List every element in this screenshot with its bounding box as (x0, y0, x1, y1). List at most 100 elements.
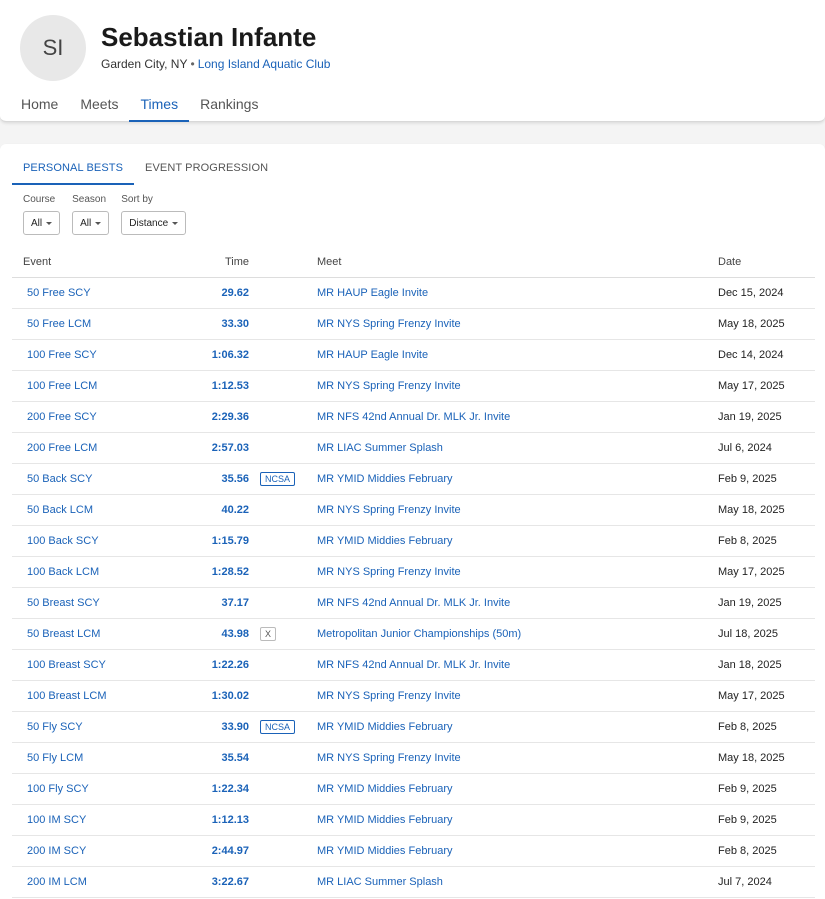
meet-link[interactable]: MR NYS Spring Frenzy Invite (317, 690, 461, 702)
time-link[interactable]: 33.90 (221, 721, 249, 733)
course-select[interactable]: All (23, 211, 61, 235)
meet-link[interactable]: MR NFS 42nd Annual Dr. MLK Jr. Invite (317, 597, 510, 609)
avatar-initials: SI (42, 35, 64, 60)
header-date[interactable]: Date (718, 256, 741, 268)
date-cell: May 18, 2025 (718, 504, 785, 516)
subtab-personal-bests[interactable]: PERSONAL BESTS (12, 154, 135, 185)
table-row: 100 Back LCM 1:28.52 MR NYS Spring Frenzy … (12, 557, 815, 588)
event-link[interactable]: 50 Fly LCM (27, 752, 83, 764)
meet-link[interactable]: MR YMID Middies February (317, 814, 453, 826)
table-row: 50 Free LCM 33.30 MR NYS Spring Frenzy Inv… (12, 309, 815, 340)
event-link[interactable]: 50 Fly SCY (27, 721, 83, 733)
meet-link[interactable]: MR LIAC Summer Splash (317, 442, 443, 454)
date-cell: May 17, 2025 (718, 380, 785, 392)
time-link[interactable]: 1:12.53 (212, 380, 249, 392)
table-row: 200 Free LCM 2:57.03 MR LIAC Summer Splash… (12, 433, 815, 464)
date-cell: Jul 6, 2024 (718, 442, 772, 454)
event-link[interactable]: 200 IM SCY (27, 845, 86, 857)
meet-link[interactable]: MR YMID Middies February (317, 783, 453, 795)
location: Garden City, NY (101, 57, 188, 71)
event-link[interactable]: 100 Fly SCY (27, 783, 89, 795)
event-link[interactable]: 100 Breast SCY (27, 659, 106, 671)
personal-bests-table: Event Time Meet Date 50 Free SCY 29.62 MR … (12, 248, 815, 898)
table-row: 100 Free LCM 1:12.53 MR NYS Spring Frenzy … (12, 371, 815, 402)
meet-link[interactable]: MR NYS Spring Frenzy Invite (317, 318, 461, 330)
header-time[interactable]: Time (225, 256, 249, 268)
event-link[interactable]: 100 IM SCY (27, 814, 86, 826)
time-link[interactable]: 1:12.13 (212, 814, 249, 826)
table-row: 100 Back SCY 1:15.79 MR YMID Middies Febru… (12, 526, 815, 557)
sort-by-select[interactable]: Distance (121, 211, 187, 235)
table-row: 100 IM SCY 1:12.13 MR YMID Middies Februar… (12, 805, 815, 836)
time-link[interactable]: 3:22.67 (212, 876, 249, 888)
time-link[interactable]: 43.98 (221, 628, 249, 640)
event-link[interactable]: 200 Free LCM (27, 442, 97, 454)
event-link[interactable]: 100 Free SCY (27, 349, 97, 361)
date-cell: Jan 18, 2025 (718, 659, 782, 671)
date-cell: Jan 19, 2025 (718, 597, 782, 609)
meet-link[interactable]: MR NYS Spring Frenzy Invite (317, 566, 461, 578)
meet-link[interactable]: MR YMID Middies February (317, 535, 453, 547)
event-link[interactable]: 200 Free SCY (27, 411, 97, 423)
header-event[interactable]: Event (23, 256, 51, 268)
meet-link[interactable]: MR YMID Middies February (317, 473, 453, 485)
time-link[interactable]: 35.54 (221, 752, 249, 764)
filter-sort-by: Sort by Distance (121, 194, 187, 235)
season-select[interactable]: All (72, 211, 110, 235)
chevron-down-icon (95, 221, 102, 225)
time-link[interactable]: 33.30 (221, 318, 249, 330)
time-link[interactable]: 29.62 (221, 287, 249, 299)
meet-link[interactable]: MR YMID Middies February (317, 845, 453, 857)
time-link[interactable]: 35.56 (221, 473, 249, 485)
event-link[interactable]: 100 Free LCM (27, 380, 97, 392)
time-link[interactable]: 40.22 (221, 504, 249, 516)
nav-tab-meets[interactable]: Meets (69, 89, 129, 122)
time-link[interactable]: 37.17 (221, 597, 249, 609)
date-cell: Feb 8, 2025 (718, 721, 777, 733)
event-link[interactable]: 50 Back LCM (27, 504, 93, 516)
meet-link[interactable]: MR NFS 42nd Annual Dr. MLK Jr. Invite (317, 659, 510, 671)
event-link[interactable]: 100 Back LCM (27, 566, 99, 578)
meet-link[interactable]: MR HAUP Eagle Invite (317, 349, 428, 361)
time-link[interactable]: 1:30.02 (212, 690, 249, 702)
time-link[interactable]: 1:22.26 (212, 659, 249, 671)
event-link[interactable]: 100 Back SCY (27, 535, 99, 547)
meet-link[interactable]: MR LIAC Summer Splash (317, 876, 443, 888)
meet-link[interactable]: MR HAUP Eagle Invite (317, 287, 428, 299)
time-link[interactable]: 1:06.32 (212, 349, 249, 361)
event-link[interactable]: 50 Breast SCY (27, 597, 100, 609)
event-link[interactable]: 200 IM LCM (27, 876, 87, 888)
time-link[interactable]: 2:29.36 (212, 411, 249, 423)
nav-tab-times[interactable]: Times (129, 89, 190, 122)
table-row: 100 Breast SCY 1:22.26 MR NFS 42nd Annual … (12, 650, 815, 681)
event-link[interactable]: 100 Breast LCM (27, 690, 106, 702)
header-meet[interactable]: Meet (317, 256, 341, 268)
nav-tab-home[interactable]: Home (10, 89, 69, 122)
meet-link[interactable]: MR NFS 42nd Annual Dr. MLK Jr. Invite (317, 411, 510, 423)
event-link[interactable]: 50 Free SCY (27, 287, 91, 299)
time-link[interactable]: 1:28.52 (212, 566, 249, 578)
date-cell: Jul 7, 2024 (718, 876, 772, 888)
profile-subline: Garden City, NY • Long Island Aquatic Club (101, 57, 330, 71)
swimmer-name: Sebastian Infante (101, 22, 317, 52)
times-panel: PERSONAL BESTS EVENT PROGRESSION Course Al… (0, 144, 825, 899)
meet-link[interactable]: MR NYS Spring Frenzy Invite (317, 380, 461, 392)
meet-link[interactable]: MR NYS Spring Frenzy Invite (317, 504, 461, 516)
filter-label: Course (23, 194, 56, 205)
event-link[interactable]: 50 Breast LCM (27, 628, 100, 640)
time-link[interactable]: 2:44.97 (212, 845, 249, 857)
date-cell: Feb 9, 2025 (718, 473, 777, 485)
time-link[interactable]: 1:15.79 (212, 535, 249, 547)
subtab-event-progression[interactable]: EVENT PROGRESSION (134, 154, 279, 185)
meet-link[interactable]: MR NYS Spring Frenzy Invite (317, 752, 461, 764)
event-link[interactable]: 50 Free LCM (27, 318, 91, 330)
meet-link[interactable]: Metropolitan Junior Championships (50m) (317, 628, 521, 640)
table-row: 50 Free SCY 29.62 MR HAUP Eagle Invite Dec … (12, 278, 815, 309)
nav-tab-rankings[interactable]: Rankings (189, 89, 269, 122)
time-link[interactable]: 2:57.03 (212, 442, 249, 454)
meet-link[interactable]: MR YMID Middies February (317, 721, 453, 733)
time-link[interactable]: 1:22.34 (212, 783, 249, 795)
club-link[interactable]: Long Island Aquatic Club (198, 57, 331, 71)
table-row: 50 Breast LCM 43.98 X Metropolitan Junior C… (12, 619, 815, 650)
event-link[interactable]: 50 Back SCY (27, 473, 92, 485)
